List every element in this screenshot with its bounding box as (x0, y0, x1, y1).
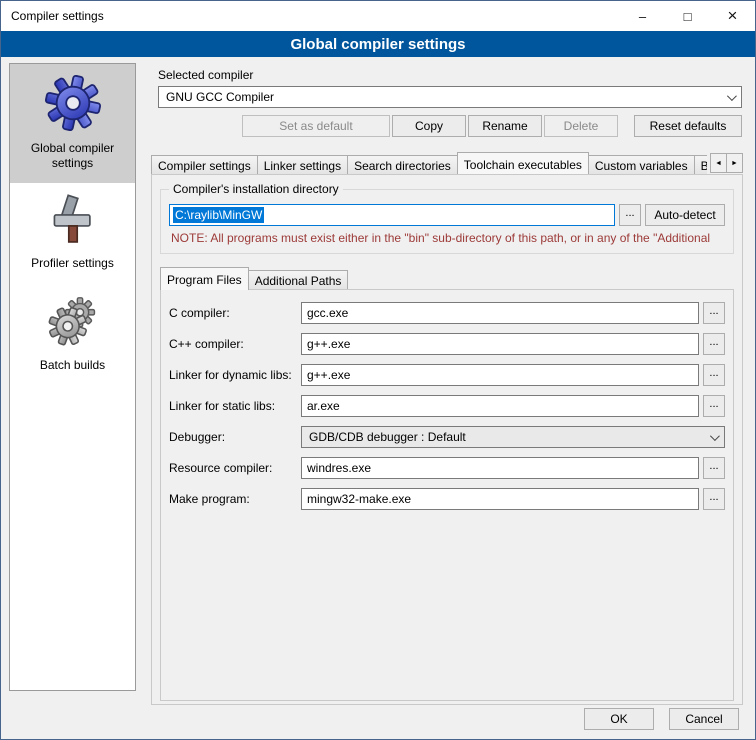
sidebar-item-label: Profiler settings (14, 256, 131, 271)
resource-compiler-input[interactable] (301, 457, 699, 479)
minimize-button[interactable]: – (620, 1, 665, 31)
tab-search-directories[interactable]: Search directories (347, 155, 458, 174)
static-linker-input[interactable] (301, 395, 699, 417)
auto-detect-button[interactable]: Auto-detect (645, 204, 725, 226)
dynamic-linker-label: Linker for dynamic libs: (169, 368, 301, 382)
c-compiler-input[interactable] (301, 302, 699, 324)
field-row-dynamic-linker: Linker for dynamic libs: ... (169, 364, 725, 386)
sidebar-item-global-compiler-settings[interactable]: Global compiler settings (10, 64, 135, 183)
maximize-icon: □ (684, 10, 692, 23)
program-files-panel: C compiler: ... C++ compiler: ... Linker… (160, 289, 734, 701)
cpp-compiler-input[interactable] (301, 333, 699, 355)
sidebar-item-label: Batch builds (14, 358, 131, 373)
static-linker-browse-button[interactable]: ... (703, 395, 725, 417)
window-title: Compiler settings (1, 9, 620, 23)
tab-build-options[interactable]: Buil (694, 155, 707, 174)
chevron-down-icon (710, 431, 720, 441)
resource-compiler-label: Resource compiler: (169, 461, 301, 475)
dialog-footer: OK Cancel (584, 708, 739, 730)
selected-compiler-select[interactable]: GNU GCC Compiler (158, 86, 742, 108)
tab-toolchain-executables[interactable]: Toolchain executables (457, 152, 589, 174)
tab-scroll-arrows: ◄ ► (710, 153, 743, 173)
installation-directory-title: Compiler's installation directory (169, 182, 343, 196)
tab-custom-variables[interactable]: Custom variables (588, 155, 695, 174)
field-row-static-linker: Linker for static libs: ... (169, 395, 725, 417)
installation-directory-group: Compiler's installation directory C:\ray… (160, 189, 734, 254)
cpp-compiler-label: C++ compiler: (169, 337, 301, 351)
tab-program-files[interactable]: Program Files (160, 267, 249, 290)
copy-button[interactable]: Copy (392, 115, 466, 137)
make-program-input[interactable] (301, 488, 699, 510)
cpp-compiler-browse-button[interactable]: ... (703, 333, 725, 355)
minimize-icon: – (639, 9, 646, 24)
settings-tab-strip: Compiler settings Linker settings Search… (151, 151, 743, 174)
debugger-select[interactable]: GDB/CDB debugger : Default (301, 426, 725, 448)
tab-scroll-left-button[interactable]: ◄ (710, 153, 727, 173)
profiler-hammer-icon (46, 193, 100, 247)
rename-button[interactable]: Rename (468, 115, 542, 137)
dynamic-linker-browse-button[interactable]: ... (703, 364, 725, 386)
maximize-button[interactable]: □ (665, 1, 710, 31)
settings-category-sidebar: Global compiler settings Profiler settin… (9, 63, 136, 691)
dialog-header: Global compiler settings (1, 31, 755, 57)
compiler-actions: Set as default Copy Rename Delete Reset … (158, 115, 742, 137)
tab-scroll-right-button[interactable]: ► (726, 153, 743, 173)
installation-directory-row: C:\raylib\MinGW ... Auto-detect (169, 204, 725, 226)
ok-button[interactable]: OK (584, 708, 654, 730)
sidebar-item-label: Global compiler settings (14, 141, 131, 171)
make-program-label: Make program: (169, 492, 301, 506)
tabs-clip: Compiler settings Linker settings Search… (151, 151, 707, 174)
toolchain-executables-panel: Compiler's installation directory C:\ray… (151, 174, 743, 705)
make-program-browse-button[interactable]: ... (703, 488, 725, 510)
dialog-body: Global compiler settings Profiler settin… (1, 57, 755, 739)
title-bar: Compiler settings – □ × (1, 1, 755, 31)
dynamic-linker-input[interactable] (301, 364, 699, 386)
delete-button: Delete (544, 115, 618, 137)
chevron-down-icon (727, 91, 737, 101)
resource-compiler-browse-button[interactable]: ... (703, 457, 725, 479)
bin-subdirectory-note: NOTE: All programs must exist either in … (171, 231, 725, 245)
tab-scroll-left-icon: ◄ (715, 160, 722, 167)
tab-compiler-settings[interactable]: Compiler settings (151, 155, 258, 174)
close-icon: × (728, 6, 738, 26)
installation-directory-browse-button[interactable]: ... (619, 204, 641, 226)
sidebar-item-batch-builds[interactable]: Batch builds (10, 283, 135, 385)
blue-gear-icon (44, 74, 102, 132)
field-row-cpp-compiler: C++ compiler: ... (169, 333, 725, 355)
c-compiler-browse-button[interactable]: ... (703, 302, 725, 324)
installation-directory-input[interactable]: C:\raylib\MinGW (169, 204, 615, 226)
field-row-make-program: Make program: ... (169, 488, 725, 510)
tab-scroll-right-icon: ► (731, 160, 738, 167)
sidebar-item-profiler-settings[interactable]: Profiler settings (10, 183, 135, 283)
c-compiler-label: C compiler: (169, 306, 301, 320)
gray-gears-icon (45, 293, 101, 349)
field-row-c-compiler: C compiler: ... (169, 302, 725, 324)
program-files-tab-strip: Program Files Additional Paths (160, 266, 734, 289)
selected-compiler-value: GNU GCC Compiler (166, 90, 274, 104)
installation-directory-value: C:\raylib\MinGW (173, 207, 264, 223)
debugger-label: Debugger: (169, 430, 301, 444)
tab-additional-paths[interactable]: Additional Paths (248, 270, 349, 289)
selected-compiler-label: Selected compiler (158, 68, 749, 82)
set-as-default-button: Set as default (242, 115, 390, 137)
cancel-button[interactable]: Cancel (669, 708, 739, 730)
reset-defaults-button[interactable]: Reset defaults (634, 115, 742, 137)
tab-linker-settings[interactable]: Linker settings (257, 155, 348, 174)
close-button[interactable]: × (710, 1, 755, 31)
field-row-debugger: Debugger: GDB/CDB debugger : Default (169, 426, 725, 448)
compiler-settings-dialog: Compiler settings – □ × Global compiler … (0, 0, 756, 740)
field-row-resource-compiler: Resource compiler: ... (169, 457, 725, 479)
static-linker-label: Linker for static libs: (169, 399, 301, 413)
main-content: Selected compiler GNU GCC Compiler Set a… (146, 61, 749, 705)
debugger-value: GDB/CDB debugger : Default (309, 430, 466, 444)
